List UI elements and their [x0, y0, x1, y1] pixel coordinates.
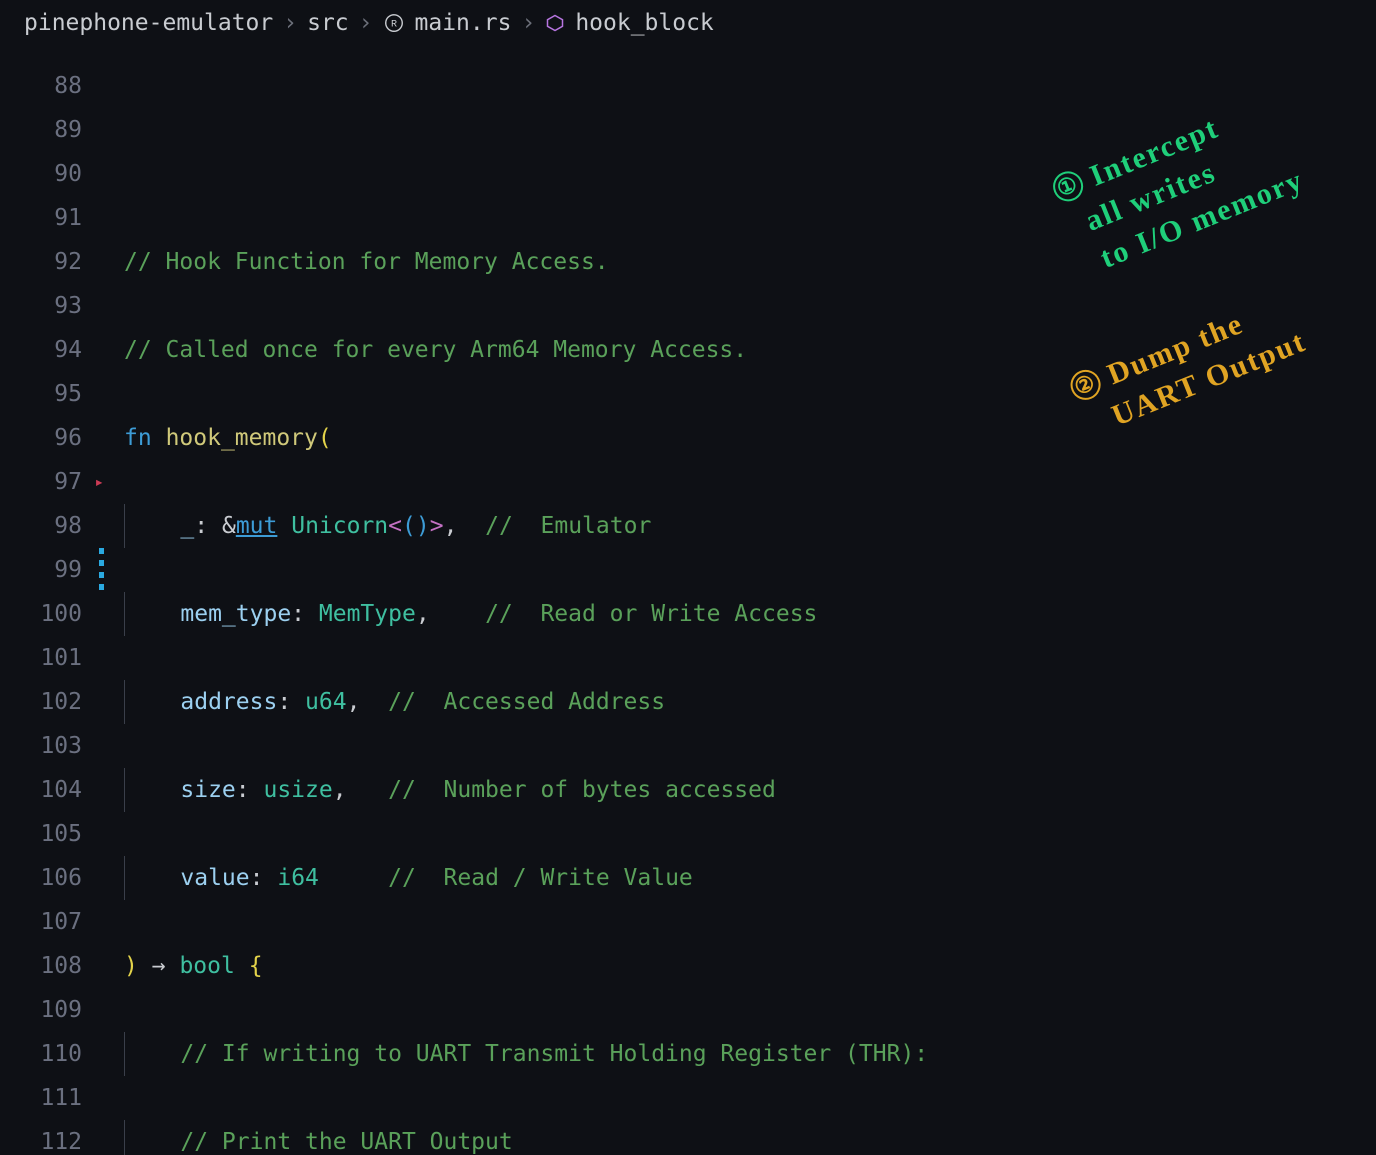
breadcrumb[interactable]: pinephone-emulator › src › R main.rs › h…	[0, 0, 1376, 46]
chevron-right-icon: ›	[283, 10, 297, 36]
line-number: 102	[0, 680, 82, 724]
breadcrumb-item[interactable]: hook_block	[575, 10, 713, 36]
breadcrumb-item[interactable]: pinephone-emulator	[24, 10, 273, 36]
line-number: 96	[0, 416, 82, 460]
code-line[interactable]: // Hook Function for Memory Access.	[124, 240, 1376, 284]
line-number: 99	[0, 548, 82, 592]
line-number: 101	[0, 636, 82, 680]
line-number: 90	[0, 152, 82, 196]
breadcrumb-item[interactable]: src	[307, 10, 349, 36]
line-number: 106	[0, 856, 82, 900]
chevron-right-icon: ›	[359, 10, 373, 36]
line-number: 107	[0, 900, 82, 944]
code-line[interactable]: ) → bool {	[124, 944, 1376, 988]
rust-lang-icon: R	[383, 12, 405, 34]
line-number: 100	[0, 592, 82, 636]
code-line[interactable]: address: u64, // Accessed Address	[124, 680, 1376, 724]
line-number: 110	[0, 1032, 82, 1076]
code-line[interactable]: _: &mut Unicorn<()>, // Emulator	[124, 504, 1376, 548]
code-line[interactable]: fn hook_memory(	[124, 416, 1376, 460]
code-line[interactable]: // Print the UART Output	[124, 1120, 1376, 1155]
code-area[interactable]: // Hook Function for Memory Access. // C…	[100, 46, 1376, 1155]
line-number: 98	[0, 504, 82, 548]
line-number: 95	[0, 372, 82, 416]
line-number: 111	[0, 1076, 82, 1120]
line-number: 97	[0, 460, 82, 504]
line-number: 89	[0, 108, 82, 152]
code-line[interactable]: size: usize, // Number of bytes accessed	[124, 768, 1376, 812]
line-number: 112	[0, 1120, 82, 1155]
code-line[interactable]	[124, 152, 1376, 196]
breadcrumb-item[interactable]: main.rs	[415, 10, 512, 36]
line-number: 88	[0, 64, 82, 108]
code-line[interactable]: // If writing to UART Transmit Holding R…	[124, 1032, 1376, 1076]
code-line[interactable]: value: i64 // Read / Write Value	[124, 856, 1376, 900]
line-number: 109	[0, 988, 82, 1032]
line-number: 105	[0, 812, 82, 856]
line-number: 92	[0, 240, 82, 284]
line-number: 103	[0, 724, 82, 768]
line-number: 108	[0, 944, 82, 988]
code-line[interactable]: // Called once for every Arm64 Memory Ac…	[124, 328, 1376, 372]
symbol-method-icon	[545, 13, 565, 33]
line-gutter: 88899091929394959697▸9899100101102103104…	[0, 46, 100, 1155]
line-number: 91	[0, 196, 82, 240]
code-editor[interactable]: 88899091929394959697▸9899100101102103104…	[0, 46, 1376, 1155]
line-number: 93	[0, 284, 82, 328]
code-line[interactable]: mem_type: MemType, // Read or Write Acce…	[124, 592, 1376, 636]
line-number: 94	[0, 328, 82, 372]
svg-text:R: R	[390, 20, 396, 31]
chevron-right-icon: ›	[521, 10, 535, 36]
line-number: 104	[0, 768, 82, 812]
